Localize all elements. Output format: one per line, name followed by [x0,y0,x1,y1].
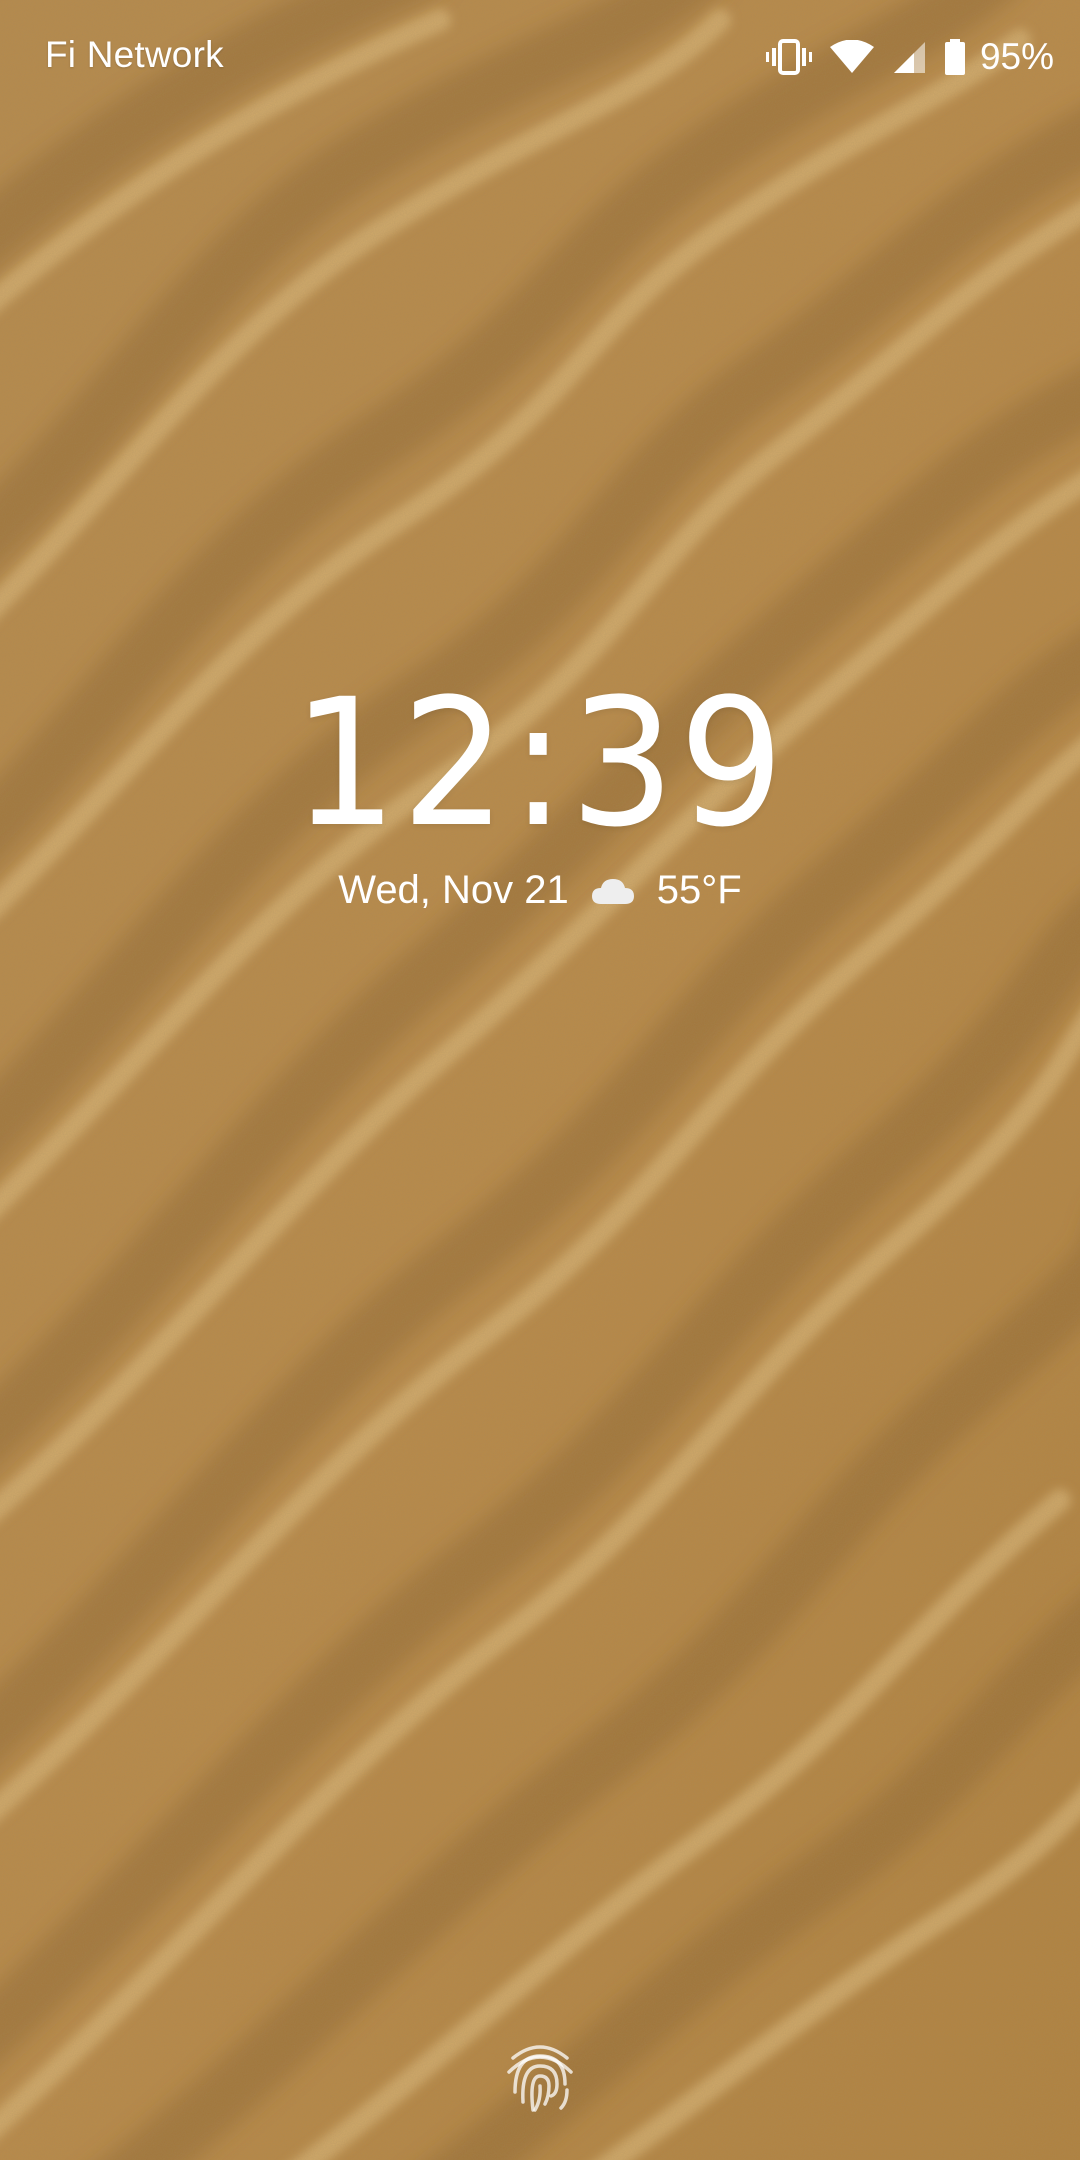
date-label: Wed, Nov 21 [338,868,569,912]
wifi-icon [829,40,874,74]
battery-icon [944,39,966,75]
cloud-icon [591,876,635,906]
lock-screen-clock: 12:39 [292,661,788,866]
cell-signal-icon [892,40,926,74]
carrier-name: Fi Network [45,34,224,75]
sand-dunes-image [0,0,1080,2160]
wallpaper [0,0,1080,2160]
temperature-label: 55°F [656,868,742,912]
status-bar[interactable]: Fi Network 95% [0,0,1080,112]
status-icons: 95% [765,34,1054,80]
battery-percent: 95% [979,36,1054,77]
date-weather-row[interactable]: Wed, Nov 21 55°F [0,868,1080,913]
vibrate-icon [765,39,812,75]
fingerprint-icon[interactable] [505,2038,575,2114]
